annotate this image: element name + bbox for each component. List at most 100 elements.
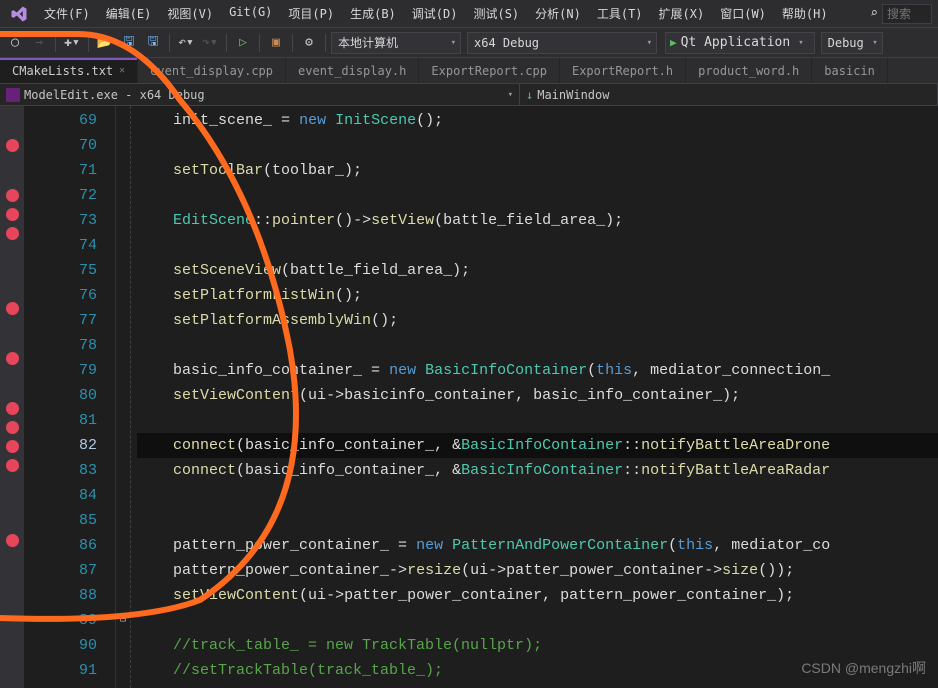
search-input[interactable] bbox=[882, 4, 932, 24]
code-line bbox=[137, 233, 938, 258]
menu-item-5[interactable]: 生成(B) bbox=[342, 1, 404, 26]
breakpoint-dot[interactable] bbox=[6, 302, 19, 315]
menu-item-0[interactable]: 文件(F) bbox=[36, 1, 98, 26]
nav-scope[interactable]: ↓ MainWindow bbox=[520, 84, 938, 105]
menubar: 文件(F)编辑(E)视图(V)Git(G)项目(P)生成(B)调试(D)测试(S… bbox=[0, 0, 938, 28]
file-tab-label: event_display.h bbox=[298, 64, 406, 78]
line-number: 89 bbox=[24, 608, 97, 633]
run-button[interactable]: ▶Qt Application▾ bbox=[665, 32, 815, 54]
line-number: 83 bbox=[24, 458, 97, 483]
undo-button[interactable]: ↶▾ bbox=[175, 32, 197, 54]
new-item-button[interactable]: ✚▾ bbox=[61, 32, 83, 54]
nav-back-button[interactable]: ◯ bbox=[4, 32, 26, 54]
code-line: //track_table_ = new TrackTable(nullptr)… bbox=[137, 633, 938, 658]
menu-item-7[interactable]: 测试(S) bbox=[465, 1, 527, 26]
file-tab-label: ExportReport.cpp bbox=[431, 64, 547, 78]
debug-combo[interactable]: Debug bbox=[821, 32, 883, 54]
config-combo[interactable]: x64 Debug bbox=[467, 32, 657, 54]
arrow-down-icon: ↓ bbox=[526, 88, 533, 102]
breakpoint-gutter[interactable] bbox=[0, 106, 24, 688]
config-button[interactable]: ⚙ bbox=[298, 32, 320, 54]
breakpoint-dot[interactable] bbox=[6, 189, 19, 202]
menu-item-9[interactable]: 工具(T) bbox=[589, 1, 651, 26]
menu-item-4[interactable]: 项目(P) bbox=[280, 1, 342, 26]
menu-item-2[interactable]: 视图(V) bbox=[159, 1, 221, 26]
line-number: 87 bbox=[24, 558, 97, 583]
breakpoint-dot[interactable] bbox=[6, 421, 19, 434]
file-tab[interactable]: CMakeLists.txt ✕ bbox=[0, 58, 138, 83]
code-line bbox=[137, 608, 938, 633]
file-tab-label: product_word.h bbox=[698, 64, 799, 78]
breakpoint-dot[interactable] bbox=[6, 534, 19, 547]
close-icon[interactable]: ✕ bbox=[119, 65, 125, 76]
line-number: 75 bbox=[24, 258, 97, 283]
code-line bbox=[137, 508, 938, 533]
line-number: 73 bbox=[24, 208, 97, 233]
fold-toggle[interactable]: ⊟ bbox=[116, 608, 130, 633]
menu-item-3[interactable]: Git(G) bbox=[221, 1, 280, 26]
code-line bbox=[137, 333, 938, 358]
breakpoint-dot[interactable] bbox=[6, 440, 19, 453]
code-editor[interactable]: 6970717273747576777879808182838485868788… bbox=[0, 106, 938, 688]
line-number: 91 bbox=[24, 658, 97, 683]
file-tab[interactable]: product_word.h bbox=[686, 58, 812, 83]
line-number: 85 bbox=[24, 508, 97, 533]
line-number: 76 bbox=[24, 283, 97, 308]
line-number: 84 bbox=[24, 483, 97, 508]
menu-item-11[interactable]: 窗口(W) bbox=[712, 1, 774, 26]
code-line bbox=[137, 408, 938, 433]
code-line: setViewContent(ui->patter_power_containe… bbox=[137, 583, 938, 608]
file-tabs: CMakeLists.txt ✕ event_display.cpp event_di… bbox=[0, 58, 938, 84]
breakpoint-dot[interactable] bbox=[6, 139, 19, 152]
code-line: setSceneView(battle_field_area_); bbox=[137, 258, 938, 283]
line-number: 81 bbox=[24, 408, 97, 433]
redo-button[interactable]: ↷▾ bbox=[199, 32, 221, 54]
menu-item-10[interactable]: 扩展(X) bbox=[651, 1, 713, 26]
file-tab[interactable]: event_display.cpp bbox=[138, 58, 286, 83]
file-tab[interactable]: ExportReport.cpp bbox=[419, 58, 560, 83]
line-number: 88 bbox=[24, 583, 97, 608]
nav-project[interactable]: ModelEdit.exe - x64 Debug▾ bbox=[0, 84, 520, 105]
platform-combo[interactable]: 本地计算机 bbox=[331, 32, 461, 54]
nav-fwd-button[interactable]: → bbox=[28, 32, 50, 54]
search-box[interactable]: ⌕ bbox=[864, 2, 938, 26]
menu-item-1[interactable]: 编辑(E) bbox=[98, 1, 160, 26]
line-number: 71 bbox=[24, 158, 97, 183]
line-number: 69 bbox=[24, 108, 97, 133]
open-file-button[interactable]: 📂 bbox=[94, 32, 116, 54]
code-line: setViewContent(ui->basicinfo_container, … bbox=[137, 383, 938, 408]
code-line: pattern_power_container_->resize(ui->pat… bbox=[137, 558, 938, 583]
line-number: 77 bbox=[24, 308, 97, 333]
file-tab[interactable]: basicin bbox=[812, 58, 888, 83]
menu-item-8[interactable]: 分析(N) bbox=[527, 1, 589, 26]
code-line bbox=[137, 133, 938, 158]
code-line bbox=[137, 183, 938, 208]
breakpoint-dot[interactable] bbox=[6, 208, 19, 221]
save-button[interactable]: 🖫 bbox=[118, 32, 140, 54]
breakpoint-dot[interactable] bbox=[6, 227, 19, 240]
code-area[interactable]: init_scene_ = new InitScene(); setToolBa… bbox=[130, 106, 938, 688]
line-number-gutter: 6970717273747576777879808182838485868788… bbox=[24, 106, 116, 688]
file-tab-label: basicin bbox=[824, 64, 875, 78]
code-line: basic_info_container_ = new BasicInfoCon… bbox=[137, 358, 938, 383]
build-button[interactable]: ▣ bbox=[265, 32, 287, 54]
nav-bar: ModelEdit.exe - x64 Debug▾ ↓ MainWindow bbox=[0, 84, 938, 106]
file-tab[interactable]: event_display.h bbox=[286, 58, 419, 83]
fold-gutter[interactable]: ⊟ bbox=[116, 106, 130, 688]
line-number: 79 bbox=[24, 358, 97, 383]
file-tab-label: CMakeLists.txt bbox=[12, 64, 113, 78]
breakpoint-dot[interactable] bbox=[6, 352, 19, 365]
save-all-button[interactable]: 🖫 bbox=[142, 32, 164, 54]
code-line: pattern_power_container_ = new PatternAn… bbox=[137, 533, 938, 558]
breakpoint-dot[interactable] bbox=[6, 402, 19, 415]
line-number: 86 bbox=[24, 533, 97, 558]
breakpoint-dot[interactable] bbox=[6, 459, 19, 472]
start-no-debug-button[interactable]: ▷ bbox=[232, 32, 254, 54]
code-line: init_scene_ = new InitScene(); bbox=[137, 108, 938, 133]
vs-logo-icon bbox=[8, 3, 30, 25]
menu-item-12[interactable]: 帮助(H) bbox=[774, 1, 836, 26]
code-line: setPlatformListWin(); bbox=[137, 283, 938, 308]
file-tab[interactable]: ExportReport.h bbox=[560, 58, 686, 83]
line-number: 82 bbox=[24, 433, 97, 458]
menu-item-6[interactable]: 调试(D) bbox=[404, 1, 466, 26]
